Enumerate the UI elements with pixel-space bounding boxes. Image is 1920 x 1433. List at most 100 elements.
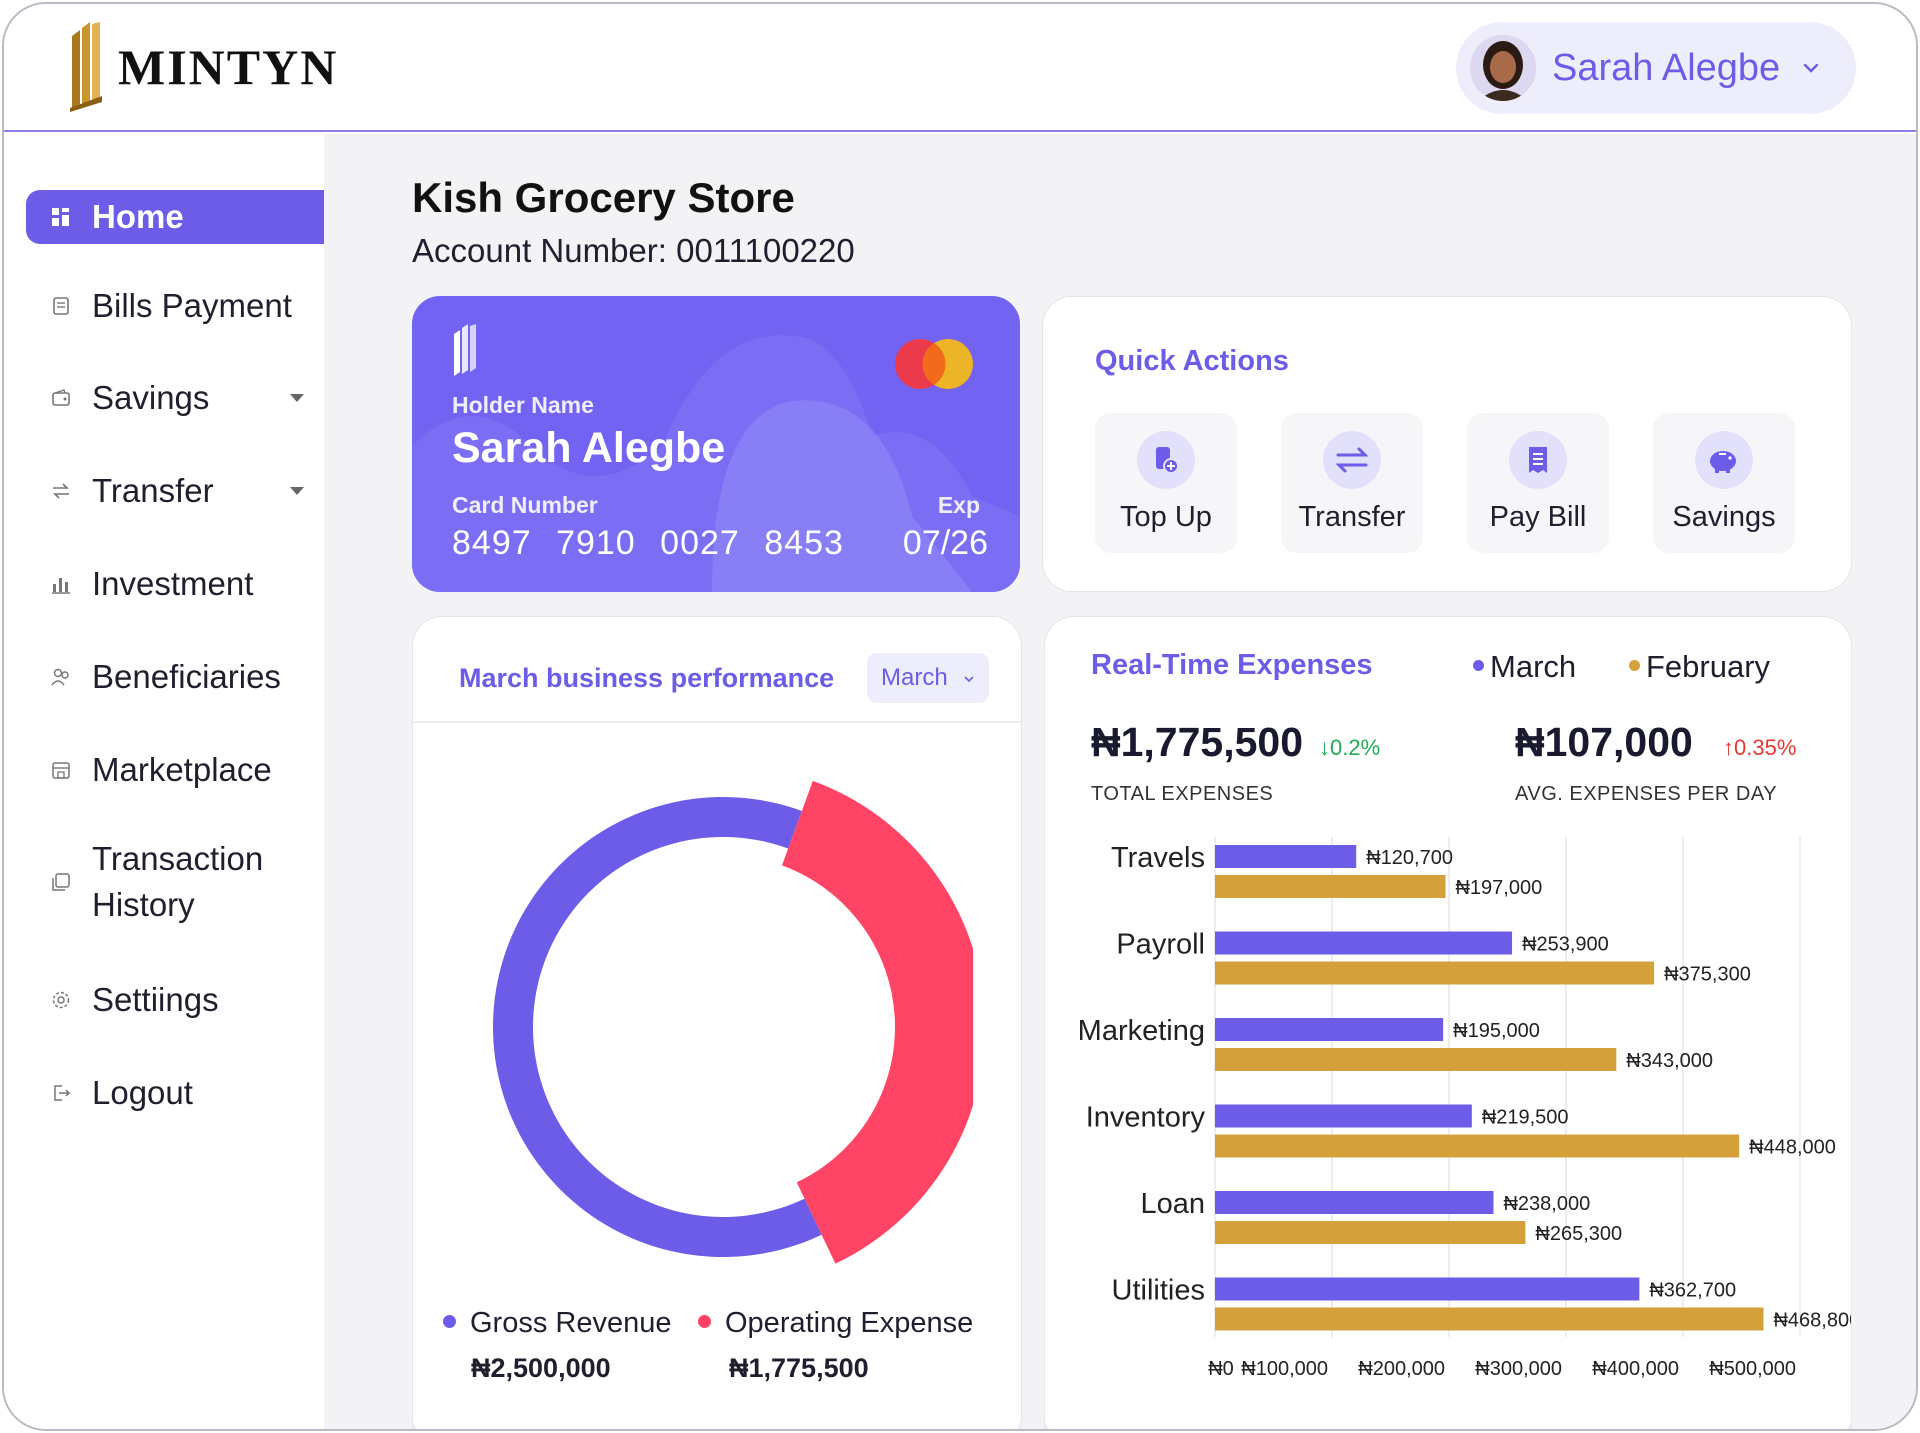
performance-donut-chart [492, 780, 973, 1264]
people-icon [51, 668, 69, 686]
caret-down-icon[interactable] [290, 487, 304, 495]
phone-plus-icon [1137, 431, 1195, 489]
user-name: Sarah Alegbe [1552, 46, 1781, 89]
quick-actions-panel: Quick Actions Top Up Transfer Pay Bill S… [1042, 296, 1852, 592]
donut-slice-gross-revenue [492, 797, 822, 1257]
legend-label: Operating Expense [725, 1307, 974, 1339]
sidebar-item-transfer[interactable]: Transfer [26, 471, 324, 511]
legend-operating-expense: Operating Expense [698, 1307, 973, 1340]
legend-value: ₦2,500,000 [471, 1353, 611, 1383]
legend-dot [443, 1314, 456, 1328]
expenses-title: Real-Time Expenses [1091, 649, 1373, 681]
legend-dot [1629, 660, 1640, 672]
arrow-down-icon: ↓ [1319, 735, 1330, 760]
bar-february-inventory [1215, 1134, 1740, 1158]
category-label: Utilities [1112, 1275, 1205, 1307]
bar-march-utilities [1215, 1277, 1640, 1301]
bar-value-label: ₦448,000 [1749, 1137, 1836, 1159]
quick-actions-title: Quick Actions [1095, 345, 1289, 377]
bar-chart-icon [52, 578, 70, 594]
bar-value-label: ₦219,500 [1482, 1107, 1569, 1129]
bar-march-travels [1215, 845, 1357, 868]
bar-value-label: ₦253,900 [1522, 934, 1609, 956]
app-window: MINTYN Sarah Alegbe Home Bills Payment S… [2, 2, 1918, 1431]
chevron-down-icon[interactable] [1802, 59, 1820, 77]
card-number-label: Card Number [452, 492, 598, 518]
sidebar-item-label: Marketplace [92, 751, 272, 788]
receipt-icon [53, 297, 69, 315]
bar-value-label: ₦197,000 [1455, 877, 1542, 899]
bar-value-label: ₦343,000 [1626, 1050, 1713, 1072]
logout-icon [54, 1085, 71, 1101]
bar-march-marketing [1215, 1018, 1444, 1041]
category-label: Marketing [1078, 1015, 1205, 1047]
sidebar-item-label: Investment [92, 565, 254, 602]
legend-label: February [1646, 649, 1771, 684]
bar-value-label: ₦265,300 [1535, 1223, 1622, 1245]
sidebar-item-settings[interactable]: Settiings [26, 980, 324, 1020]
transfer-button[interactable]: Transfer [1281, 413, 1423, 553]
sidebar-item-transaction-history[interactable]: Transaction History [26, 834, 324, 930]
caret-down-icon[interactable] [290, 394, 304, 402]
bar-february-marketing [1215, 1048, 1617, 1071]
mastercard-icon [895, 339, 973, 389]
arrow-up-icon: ↑ [1723, 735, 1734, 760]
sidebar-item-label: Transaction [92, 840, 264, 877]
total-expenses-caption: TOTAL EXPENSES [1091, 783, 1274, 805]
total-expenses-value: ₦1,775,500 [1091, 719, 1304, 765]
sidebar-item-label: Savings [92, 379, 210, 416]
bar-february-loan [1215, 1221, 1526, 1244]
legend-gross-revenue: Gross Revenue [443, 1307, 672, 1340]
sidebar-item-logout[interactable]: Logout [26, 1073, 324, 1113]
month-select[interactable]: March [867, 653, 989, 703]
legend-label: Gross Revenue [470, 1307, 672, 1339]
bar-february-travels [1215, 875, 1446, 898]
sidebar-item-home[interactable]: Home [26, 190, 324, 244]
mintyn-logo-icon [70, 22, 102, 112]
sidebar-item-investment[interactable]: Investment [26, 564, 324, 604]
donut-slice-operating-expense [781, 780, 973, 1264]
bar-value-label: ₦468,800 [1773, 1310, 1852, 1332]
bar-value-label: ₦238,000 [1503, 1193, 1590, 1215]
avatar [1470, 35, 1536, 101]
transfer-arrows-icon [53, 483, 69, 499]
sidebar-item-beneficiaries[interactable]: Beneficiaries [26, 657, 324, 697]
category-label: Travels [1111, 842, 1205, 874]
brand-logo[interactable]: MINTYN [68, 22, 338, 112]
savings-button[interactable]: Savings [1653, 413, 1795, 553]
sidebar-item-savings[interactable]: Savings [26, 378, 324, 418]
bar-value-label: ₦195,000 [1453, 1020, 1540, 1042]
bar-value-label: ₦375,300 [1664, 964, 1751, 986]
sidebar-item-label: Bills Payment [92, 287, 292, 324]
sidebar-item-bills-payment[interactable]: Bills Payment [26, 286, 324, 326]
sidebar-item-label-group: Transaction History [92, 836, 263, 928]
category-label: Loan [1140, 1188, 1205, 1220]
bar-march-loan [1215, 1191, 1494, 1214]
sidebar-item-label: Logout [92, 1074, 193, 1111]
swap-arrows-icon [1323, 431, 1381, 489]
quick-action-label: Top Up [1120, 501, 1212, 533]
legend-dot [698, 1314, 711, 1328]
pay-bill-button[interactable]: Pay Bill [1467, 413, 1609, 553]
business-performance-panel: March business performance March Gross R… [412, 616, 1022, 1429]
bank-card[interactable]: Holder Name Sarah Alegbe Card Number Exp… [412, 296, 1020, 592]
history-icon [52, 873, 70, 891]
piggy-bank-icon [1695, 431, 1753, 489]
x-tick-label: ₦400,000 [1592, 1358, 1679, 1380]
x-tick-label: ₦100,000 [1241, 1358, 1328, 1380]
holder-name-label: Holder Name [452, 392, 594, 418]
legend-label: March [1490, 649, 1577, 684]
performance-title: March business performance [459, 663, 835, 693]
card-number: 8497 7910 0027 8453 [452, 524, 844, 562]
card-expiry: 07/26 [902, 524, 988, 562]
sidebar-item-marketplace[interactable]: Marketplace [26, 750, 324, 790]
user-menu[interactable]: Sarah Alegbe [1456, 22, 1856, 114]
x-tick-label: ₦500,000 [1709, 1358, 1796, 1380]
sidebar-item-label: Settiings [92, 981, 219, 1018]
bill-icon [1509, 431, 1567, 489]
account-number: Account Number: 0011100220 [412, 232, 855, 269]
home-grid-icon [52, 208, 69, 226]
legend-february: February [1629, 649, 1770, 685]
top-up-button[interactable]: Top Up [1095, 413, 1237, 553]
top-header: MINTYN Sarah Alegbe [4, 4, 1916, 132]
